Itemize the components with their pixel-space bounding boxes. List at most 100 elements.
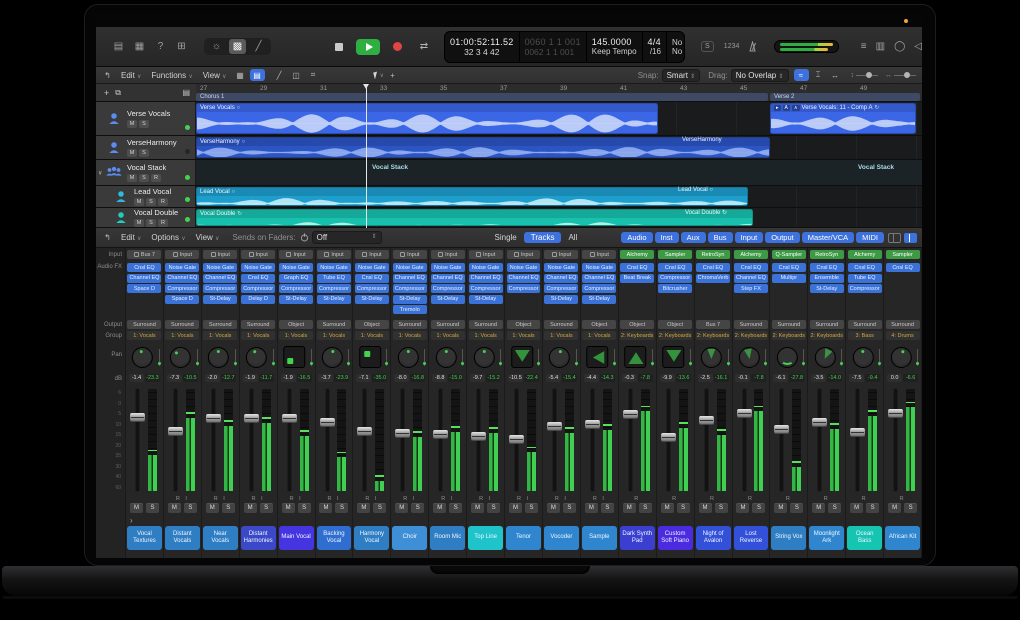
fader-db-value[interactable]: -1.9 xyxy=(243,374,258,382)
fx-plugin-noise-gate[interactable]: Noise Gate xyxy=(544,263,578,272)
peak-db-value[interactable]: -14.0 xyxy=(827,374,842,382)
pan-mini-slider[interactable] xyxy=(841,349,842,366)
pan-mini-slider[interactable] xyxy=(462,349,463,366)
fx-plugin-beat-break[interactable]: Beat Break xyxy=(620,274,654,283)
pencil-icon[interactable]: ╱ xyxy=(250,39,267,54)
fx-plugin-compressor[interactable]: Compressor xyxy=(544,284,578,293)
fx-plugin-channel-eq[interactable]: Channel EQ xyxy=(127,274,161,283)
fx-plugin-channel-eq[interactable]: Channel EQ xyxy=(507,274,541,283)
solo-button[interactable]: S xyxy=(139,174,149,182)
fx-plugin-cnsl-eq[interactable]: Cnsl EQ xyxy=(127,263,161,272)
input-button[interactable]: Alchemy xyxy=(848,250,882,259)
solo-button[interactable]: S xyxy=(146,503,159,513)
peak-db-value[interactable]: -12.7 xyxy=(221,374,236,382)
segment-all[interactable]: All xyxy=(561,232,584,243)
peak-db-value[interactable]: -11.7 xyxy=(259,374,274,382)
pan-knob[interactable] xyxy=(777,347,798,368)
output-button[interactable]: Object xyxy=(355,320,389,329)
output-button[interactable]: Surround xyxy=(848,320,882,329)
output-button[interactable]: Object xyxy=(507,320,541,329)
fader-cap[interactable] xyxy=(547,422,562,431)
solo-button[interactable]: S xyxy=(298,503,311,513)
fader-db-value[interactable]: -7.1 xyxy=(356,374,371,382)
automation-icon[interactable]: ╱ xyxy=(272,69,287,81)
hide-toolbar-icon[interactable]: ↰ xyxy=(100,69,115,81)
input-button[interactable]: Input xyxy=(203,250,237,259)
solo-button[interactable]: S xyxy=(184,503,197,513)
fx-plugin-channel-eq[interactable]: Channel EQ xyxy=(469,274,503,283)
solo-button[interactable]: S xyxy=(260,503,273,513)
peak-db-value[interactable]: -6.6 xyxy=(903,374,918,382)
input-button[interactable]: Input xyxy=(469,250,503,259)
fx-plugin-compressor[interactable]: Compressor xyxy=(469,284,503,293)
region-verse-vocals[interactable]: Verse Vocals○ xyxy=(196,103,658,134)
fx-plugin-ensemble[interactable]: Ensemble xyxy=(810,274,844,283)
fader-db-value[interactable]: -1.4 xyxy=(129,374,144,382)
fx-plugin-cnsl-eq[interactable]: Cnsl EQ xyxy=(241,274,275,283)
fx-plugin-cnsl-eq[interactable]: Cnsl EQ xyxy=(772,263,806,272)
menu-options[interactable]: Options ∨ xyxy=(151,233,185,242)
group-button[interactable]: 2: Keyboards xyxy=(658,331,692,340)
fx-plugin-compressor[interactable]: Compressor xyxy=(507,284,541,293)
filter-inst[interactable]: Inst xyxy=(655,232,679,243)
drag-select[interactable]: No Overlap ⇕ xyxy=(731,69,789,82)
pan-knob[interactable] xyxy=(815,347,836,368)
fader-cap[interactable] xyxy=(850,428,865,437)
group-button[interactable]: 1: Vocals xyxy=(165,331,199,340)
solo-button[interactable]: S xyxy=(715,503,728,513)
pan-knob[interactable] xyxy=(246,347,267,368)
narrow-strips-icon[interactable] xyxy=(888,233,901,243)
output-button[interactable]: Surround xyxy=(431,320,465,329)
track-header-options-icon[interactable]: ▤ xyxy=(182,88,190,97)
fader-cap[interactable] xyxy=(661,433,676,442)
fx-plugin-st-delay[interactable]: St-Delay xyxy=(393,295,427,304)
track-name-button[interactable]: African Kit xyxy=(885,526,920,550)
pan-knob[interactable] xyxy=(549,347,570,368)
auto-track-zoom-icon[interactable]: ↔ xyxy=(828,69,843,81)
fx-plugin-cnsl-eq[interactable]: Cnsl EQ xyxy=(658,263,692,272)
fx-plugin-channel-eq[interactable]: Channel EQ xyxy=(582,274,616,283)
fader-cap[interactable] xyxy=(585,420,600,429)
fx-plugin-tube-eq[interactable]: Tube EQ xyxy=(317,274,351,283)
pan-mini-slider[interactable] xyxy=(803,349,804,366)
mute-button[interactable]: M xyxy=(774,503,787,513)
track-name-button[interactable]: Backing Vocal xyxy=(317,526,352,550)
peak-db-value[interactable]: -16.5 xyxy=(297,374,312,382)
pan-mini-slider[interactable] xyxy=(273,349,274,366)
media-browser-icon[interactable]: ◁ xyxy=(914,41,922,52)
fx-plugin-noise-gate[interactable]: Noise Gate xyxy=(393,263,427,272)
fader-cap[interactable] xyxy=(509,435,524,444)
mute-button[interactable]: M xyxy=(357,503,370,513)
mute-button[interactable]: M xyxy=(130,503,143,513)
fader-cap[interactable] xyxy=(395,429,410,438)
sends-select[interactable]: Off ⇕ xyxy=(312,231,382,244)
mute-button[interactable]: M xyxy=(585,503,598,513)
fader-cap[interactable] xyxy=(320,418,335,427)
pan-knob[interactable] xyxy=(322,347,343,368)
fx-plugin-cnsl-eq[interactable]: Cnsl EQ xyxy=(696,263,730,272)
flex-icon[interactable]: ⌗ xyxy=(306,69,321,81)
group-button[interactable]: 1: Vocals xyxy=(355,331,389,340)
filter-input[interactable]: Input xyxy=(735,232,764,243)
flex-mode-button[interactable]: ≈ xyxy=(794,69,809,81)
fx-plugin-noise-gate[interactable]: Noise Gate xyxy=(355,263,389,272)
fx-plugin-st-delay[interactable]: St-Delay xyxy=(279,295,313,304)
mixer-icon[interactable]: ▩ xyxy=(229,39,246,54)
track-name-button[interactable]: Dark Synth Pad xyxy=(620,526,655,550)
track-header-vocal-stack[interactable]: ∨Vocal StackMSR xyxy=(96,160,196,185)
pan-mini-slider[interactable] xyxy=(500,349,501,366)
pan-knob[interactable] xyxy=(132,347,153,368)
group-button[interactable]: 2: Keyboards xyxy=(772,331,806,340)
input-button[interactable]: Input xyxy=(544,250,578,259)
output-button[interactable]: Surround xyxy=(734,320,768,329)
group-button[interactable]: 1: Vocals xyxy=(203,331,237,340)
cycle-button[interactable]: ⇄ xyxy=(414,39,434,55)
input-button[interactable]: Alchemy xyxy=(620,250,654,259)
fx-plugin-compressor[interactable]: Compressor xyxy=(165,284,199,293)
filter-aux[interactable]: Aux xyxy=(681,232,706,243)
fx-plugin-channel-eq[interactable]: Channel EQ xyxy=(165,274,199,283)
output-button[interactable]: Bus 7 xyxy=(696,320,730,329)
fx-plugin-st-delay[interactable]: St-Delay xyxy=(810,284,844,293)
fx-plugin-cnsl-eq[interactable]: Cnsl EQ xyxy=(886,263,920,272)
take-control-icon[interactable]: A xyxy=(783,105,790,111)
